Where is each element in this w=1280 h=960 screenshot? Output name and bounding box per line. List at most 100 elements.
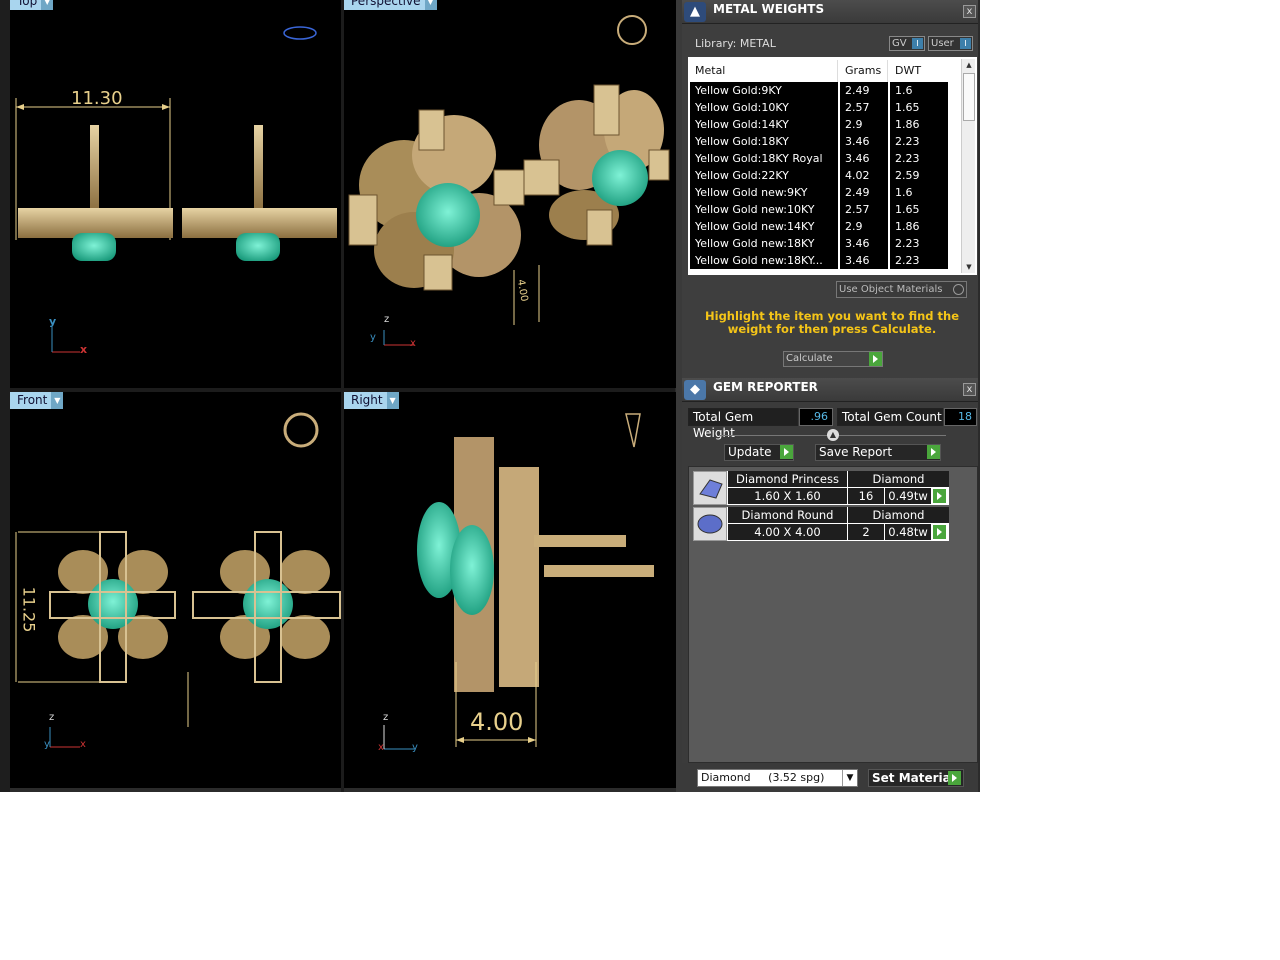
princess-gem-icon xyxy=(693,471,727,505)
close-icon[interactable]: x xyxy=(963,5,976,18)
perspective-axis-z: z xyxy=(384,314,390,325)
play-icon[interactable] xyxy=(927,445,940,459)
table-row[interactable]: Yellow Gold:9KY 2.49 1.6 xyxy=(690,82,960,99)
viewport-front-tab[interactable]: Front ▼ xyxy=(10,392,64,409)
viewport-top-tab[interactable]: Top ▼ xyxy=(10,0,54,10)
material-select[interactable]: Diamond (3.52 spg) ▼ xyxy=(697,769,858,787)
update-label: Update xyxy=(728,445,772,459)
metal-table[interactable]: Metal Grams DWT Yellow Gold:9KY 2.49 1.6 Y… xyxy=(688,57,977,275)
chevron-down-icon[interactable]: ▼ xyxy=(842,770,857,786)
metal-grams: 2.9 xyxy=(840,218,888,235)
viewport-top[interactable]: Top ▼ 11.30 y x xyxy=(10,0,341,388)
material-select-value: Diamond (3.52 spg) xyxy=(701,771,825,784)
radio-icon[interactable] xyxy=(953,284,964,295)
metal-name: Yellow Gold:22KY xyxy=(690,167,838,184)
gem-count: 16 xyxy=(848,488,884,504)
metal-name: Yellow Gold:18KY Royal xyxy=(690,150,838,167)
gem-type: Diamond xyxy=(848,507,949,523)
metal-name: Yellow Gold new:14KY xyxy=(690,218,838,235)
gem-weight: 0.48tw xyxy=(885,524,931,540)
metal-dwt: 2.23 xyxy=(890,150,948,167)
total-gem-weight-value: .96 xyxy=(799,408,833,426)
metal-dwt: 1.65 xyxy=(890,99,948,116)
front-axis-y: y xyxy=(44,739,50,750)
column-metal[interactable]: Metal xyxy=(690,60,838,82)
chevron-down-icon[interactable]: ▼ xyxy=(41,0,54,10)
collapse-icon[interactable]: ▲ xyxy=(827,429,839,441)
metal-name: Yellow Gold:18KY xyxy=(690,133,838,150)
play-icon[interactable] xyxy=(933,525,946,539)
gem-name: Diamond Round xyxy=(728,507,847,523)
save-report-button[interactable]: Save Report xyxy=(815,444,941,461)
metal-name: Yellow Gold:14KY xyxy=(690,116,838,133)
metal-dwt: 2.23 xyxy=(890,133,948,150)
scroll-up-icon[interactable]: ▲ xyxy=(962,59,976,71)
table-row[interactable]: Yellow Gold new:10KY 2.57 1.65 xyxy=(690,201,960,218)
table-row[interactable]: Yellow Gold:10KY 2.57 1.65 xyxy=(690,99,960,116)
total-gem-weight-label: Total Gem Weight xyxy=(688,408,798,440)
metal-grams: 2.9 xyxy=(840,116,888,133)
gv-toggle[interactable]: GV I xyxy=(889,36,925,51)
viewport-divider-vertical[interactable] xyxy=(341,0,344,792)
set-material-label: Set Material xyxy=(872,771,955,785)
metal-grams: 3.46 xyxy=(840,150,888,167)
viewport-front[interactable]: Front ▼ 11.25 z x y xyxy=(10,392,341,788)
chevron-down-icon[interactable]: ▼ xyxy=(386,392,399,409)
gem-weight: 0.49tw xyxy=(885,488,931,504)
gv-toggle-indicator: I xyxy=(912,38,923,49)
table-row[interactable]: Yellow Gold new:9KY 2.49 1.6 xyxy=(690,184,960,201)
gem-row[interactable]: Diamond Princess Diamond 1.60 X 1.60 16 … xyxy=(693,471,949,505)
right-axis-x: x xyxy=(378,742,384,753)
metal-weights-icon: ▲ xyxy=(684,2,706,22)
front-dimension-label: 11.25 xyxy=(19,586,39,633)
metal-grams: 2.57 xyxy=(840,99,888,116)
column-dwt[interactable]: DWT xyxy=(890,60,948,82)
library-label: Library: METAL xyxy=(695,37,776,50)
metal-dwt: 1.65 xyxy=(890,201,948,218)
viewport-perspective-tab[interactable]: Perspective ▼ xyxy=(344,0,437,10)
gem-count: 2 xyxy=(848,524,884,540)
table-row[interactable]: Yellow Gold:14KY 2.9 1.86 xyxy=(690,116,960,133)
front-axis-z: z xyxy=(49,712,55,723)
right-dimension-label: 4.00 xyxy=(470,708,524,736)
scrollbar-thumb[interactable] xyxy=(963,73,975,121)
gem-size: 1.60 X 1.60 xyxy=(728,488,847,504)
use-object-materials-option[interactable]: Use Object Materials xyxy=(836,281,967,298)
gem-reporter-title: GEM REPORTER xyxy=(713,380,818,394)
viewport-right-tab[interactable]: Right ▼ xyxy=(344,392,399,409)
user-toggle[interactable]: User I xyxy=(928,36,973,51)
table-row[interactable]: Yellow Gold new:14KY 2.9 1.86 xyxy=(690,218,960,235)
viewport-top-render xyxy=(15,26,337,353)
metal-name: Yellow Gold new:10KY xyxy=(690,201,838,218)
update-button[interactable]: Update xyxy=(724,444,794,461)
close-icon[interactable]: x xyxy=(963,383,976,396)
play-icon[interactable] xyxy=(933,489,946,503)
table-row[interactable]: Yellow Gold:22KY 4.02 2.59 xyxy=(690,167,960,184)
table-row[interactable]: Yellow Gold:18KY Royal 3.46 2.23 xyxy=(690,150,960,167)
play-icon[interactable] xyxy=(780,445,793,459)
front-axis-x: x xyxy=(80,739,86,750)
table-row[interactable]: Yellow Gold new:18KY 3.46 2.23 xyxy=(690,235,960,252)
metal-grams: 3.46 xyxy=(840,252,888,269)
chevron-down-icon[interactable]: ▼ xyxy=(51,392,64,409)
play-icon[interactable] xyxy=(948,771,961,785)
set-material-button[interactable]: Set Material xyxy=(868,769,964,787)
column-grams[interactable]: Grams xyxy=(840,60,888,82)
top-dimension-label: 11.30 xyxy=(71,88,123,109)
perspective-axis-y: y xyxy=(370,332,376,343)
viewport-right[interactable]: Right ▼ 4.00 z y x xyxy=(344,392,676,788)
play-icon[interactable] xyxy=(869,352,882,366)
metal-dwt: 1.6 xyxy=(890,82,948,99)
table-row[interactable]: Yellow Gold:18KY 3.46 2.23 xyxy=(690,133,960,150)
metal-dwt: 2.23 xyxy=(890,252,948,269)
metal-grams: 3.46 xyxy=(840,133,888,150)
table-row[interactable]: Yellow Gold new:18KY... 3.46 2.23 xyxy=(690,252,960,269)
metal-table-scrollbar[interactable]: ▲ ▼ xyxy=(961,59,975,273)
chevron-down-icon[interactable]: ▼ xyxy=(424,0,437,10)
gem-row[interactable]: Diamond Round Diamond 4.00 X 4.00 2 0.48… xyxy=(693,507,949,541)
user-toggle-indicator: I xyxy=(960,38,971,49)
viewport-perspective[interactable]: Perspective ▼ 4.00 z x y xyxy=(344,0,676,388)
scroll-down-icon[interactable]: ▼ xyxy=(962,261,976,273)
viewport-top-label: Top xyxy=(17,0,38,8)
calculate-button[interactable]: Calculate xyxy=(783,351,883,367)
